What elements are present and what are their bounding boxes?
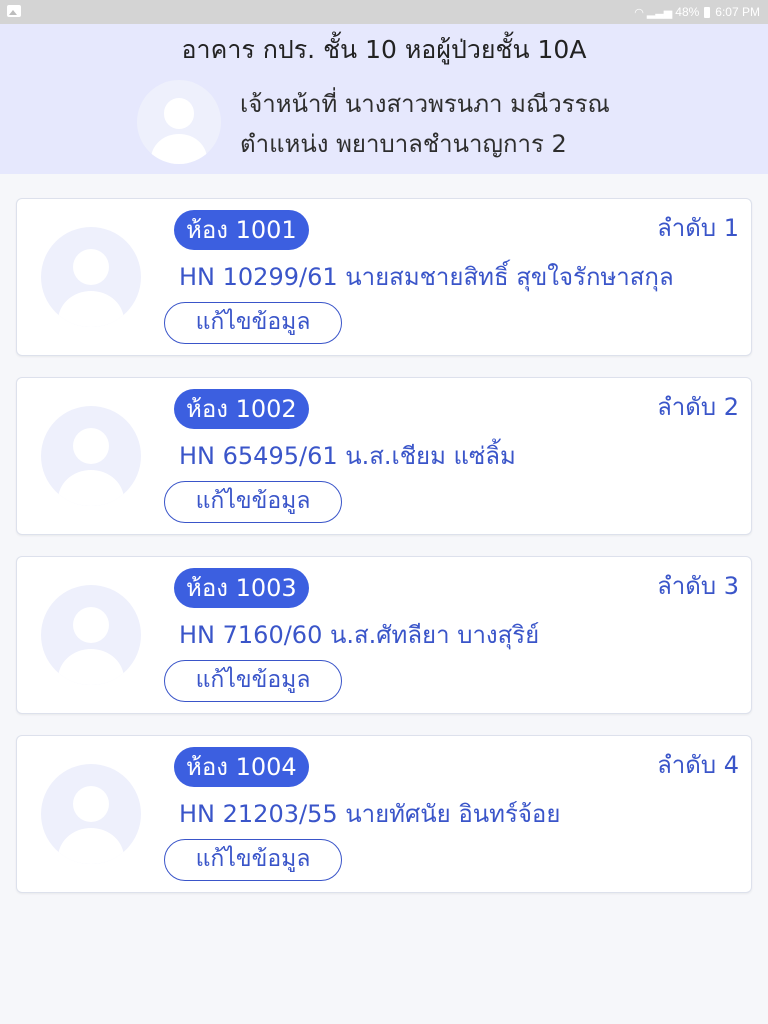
patient-card[interactable]: ห้อง 1001 ลำดับ 1 HN 10299/61 นายสมชายสิ… (16, 198, 752, 356)
avatar-head-icon (73, 607, 109, 643)
edit-info-button[interactable]: แก้ไขข้อมูล (164, 302, 342, 344)
room-badge: ห้อง 1004 (174, 747, 309, 787)
status-indicators: ◠ ▂▃▅ 48% 6:07 PM (634, 5, 760, 19)
avatar-body-icon (151, 133, 207, 164)
battery-icon (704, 6, 711, 18)
avatar-body-icon (58, 470, 124, 506)
patient-avatar (41, 764, 141, 864)
room-badge: ห้อง 1001 (174, 210, 309, 250)
patient-avatar (41, 585, 141, 685)
patient-info: HN 65495/61 น.ส.เชียม แซ่ลิ้ม (179, 442, 516, 470)
signal-icon: ▂▃▅ (646, 6, 673, 19)
order-label: ลำดับ 4 (657, 751, 739, 779)
avatar-head-icon (73, 428, 109, 464)
patient-info: HN 10299/61 นายสมชายสิทธิ์ สุขใจรักษาสกุ… (179, 263, 674, 291)
patient-avatar (41, 227, 141, 327)
room-badge: ห้อง 1002 (174, 389, 309, 429)
room-badge: ห้อง 1003 (174, 568, 309, 608)
patient-card[interactable]: ห้อง 1002 ลำดับ 2 HN 65495/61 น.ส.เชียม … (16, 377, 752, 535)
avatar-body-icon (58, 291, 124, 327)
order-label: ลำดับ 1 (657, 214, 739, 242)
patient-avatar (41, 406, 141, 506)
ward-title: อาคาร กปร. ชั้น 10 หอผู้ป่วยชั้น 10A (181, 35, 587, 64)
edit-info-button[interactable]: แก้ไขข้อมูล (164, 481, 342, 523)
clock: 6:07 PM (715, 5, 760, 19)
edit-info-button[interactable]: แก้ไขข้อมูล (164, 660, 342, 702)
image-icon (7, 5, 21, 17)
patient-card[interactable]: ห้อง 1004 ลำดับ 4 HN 21203/55 นายทัศนัย … (16, 735, 752, 893)
order-label: ลำดับ 3 (657, 572, 739, 600)
staff-avatar (137, 80, 221, 164)
patient-info: HN 21203/55 นายทัศนัย อินทร์จ้อย (179, 800, 561, 828)
ward-header: อาคาร กปร. ชั้น 10 หอผู้ป่วยชั้น 10A เจ้… (0, 24, 768, 174)
avatar-body-icon (58, 828, 124, 864)
edit-info-button[interactable]: แก้ไขข้อมูล (164, 839, 342, 881)
avatar-head-icon (163, 98, 195, 129)
wifi-icon: ◠ (634, 6, 644, 19)
battery-percentage: 48% (675, 5, 700, 19)
patient-card[interactable]: ห้อง 1003 ลำดับ 3 HN 7160/60 น.ส.ศัทลียา… (16, 556, 752, 714)
staff-position: ตำแหน่ง พยาบาลชำนาญการ 2 (240, 130, 567, 158)
status-bar: ◠ ▂▃▅ 48% 6:07 PM (0, 0, 768, 24)
avatar-head-icon (73, 786, 109, 822)
avatar-body-icon (58, 649, 124, 685)
order-label: ลำดับ 2 (657, 393, 739, 421)
patient-info: HN 7160/60 น.ส.ศัทลียา บางสุริย์ (179, 621, 540, 649)
staff-name: เจ้าหน้าที่ นางสาวพรนภา มณีวรรณ (240, 90, 610, 118)
patient-list: ห้อง 1001 ลำดับ 1 HN 10299/61 นายสมชายสิ… (16, 198, 752, 914)
avatar-head-icon (73, 249, 109, 285)
